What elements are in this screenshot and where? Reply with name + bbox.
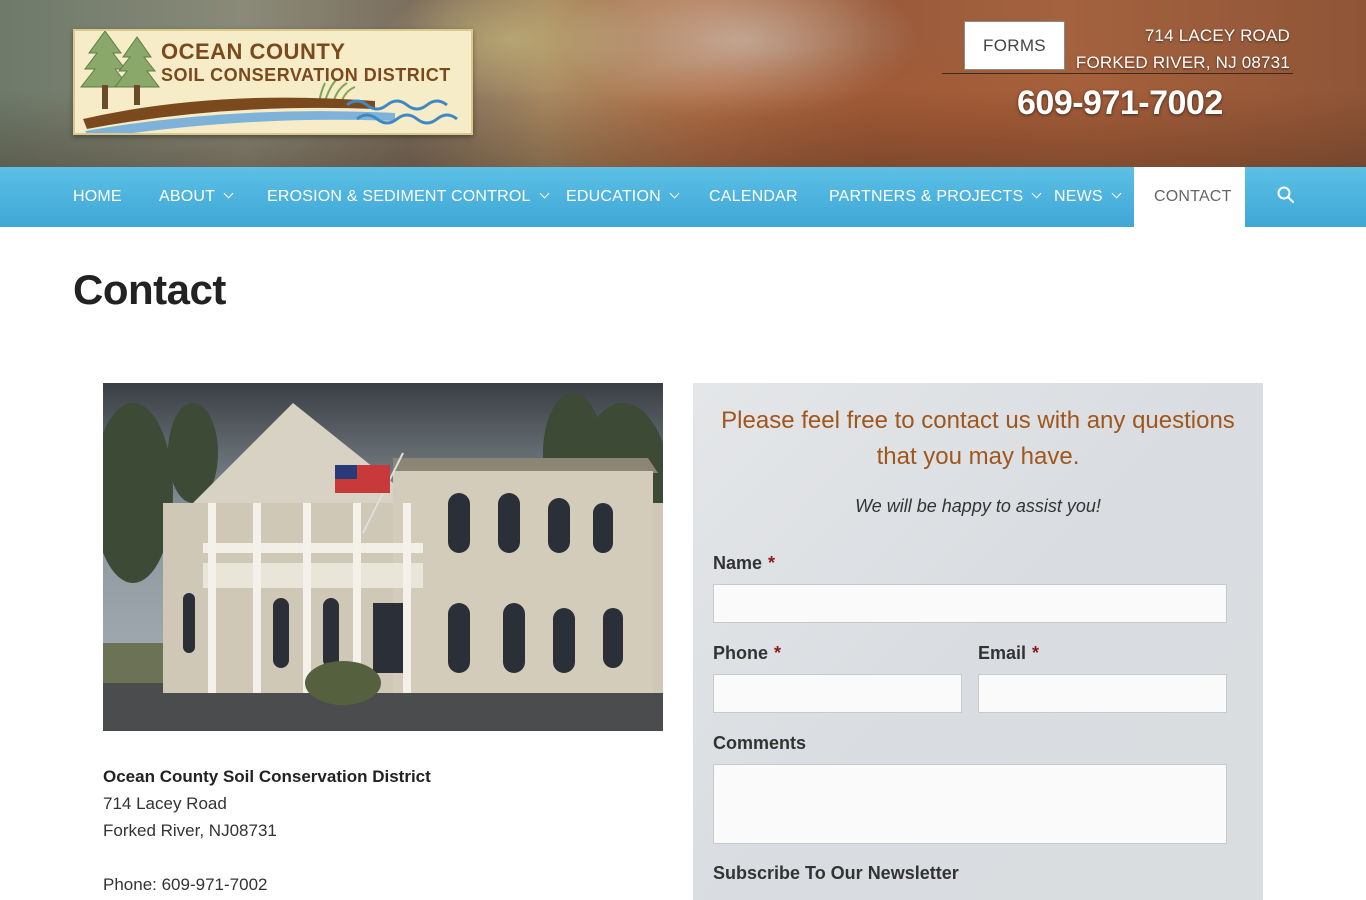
nav-item-label: CONTACT xyxy=(1154,188,1232,205)
nav-item-label: ABOUT xyxy=(159,188,216,205)
nav-item-home[interactable]: HOME xyxy=(73,167,122,227)
chevron-down-icon xyxy=(1031,188,1042,199)
required-marker: * xyxy=(1032,643,1040,663)
chevron-down-icon xyxy=(1111,188,1122,199)
header-address-line-2: FORKED RIVER, NJ 08731 xyxy=(1075,53,1290,72)
office-phone[interactable]: Phone: 609-971-7002 xyxy=(103,871,431,898)
nav-item-partners-projects[interactable]: PARTNERS & PROJECTS xyxy=(829,167,1042,227)
chevron-down-icon xyxy=(669,188,680,199)
phone-input[interactable] xyxy=(713,674,962,713)
nav-item-news[interactable]: NEWS xyxy=(1054,167,1122,227)
office-street: 714 Lacey Road xyxy=(103,794,227,813)
name-label: Name * xyxy=(713,553,775,574)
forms-button[interactable]: FORMS xyxy=(964,21,1065,70)
contact-form-panel: Please feel free to contact us with any … xyxy=(693,383,1263,900)
main-navigation: HOME ABOUT EROSION & SEDIMENT CONTROL ED… xyxy=(0,167,1366,227)
nav-item-calendar[interactable]: CALENDAR xyxy=(709,167,798,227)
form-heading: Please feel free to contact us with any … xyxy=(721,407,1235,470)
nav-item-erosion-sediment-control[interactable]: EROSION & SEDIMENT CONTROL xyxy=(267,167,550,227)
phone-label: Phone * xyxy=(713,643,781,664)
nav-item-label: CALENDAR xyxy=(709,188,798,205)
comments-label: Comments xyxy=(713,733,807,753)
office-building-photo xyxy=(103,383,663,731)
nav-item-label: EDUCATION xyxy=(566,188,661,205)
office-city: Forked River, NJ08731 xyxy=(103,821,277,840)
chevron-down-icon xyxy=(223,188,234,199)
search-icon[interactable] xyxy=(1276,185,1296,205)
page-title: Contact xyxy=(73,266,226,313)
site-logo[interactable]: OCEAN COUNTY SOIL CONSERVATION DISTRICT xyxy=(73,29,473,135)
email-input[interactable] xyxy=(978,674,1227,713)
logo-line-2: SOIL CONSERVATION DISTRICT xyxy=(161,65,451,85)
newsletter-label[interactable]: Subscribe To Our Newsletter xyxy=(713,863,959,884)
phone-label-text: Phone xyxy=(713,643,769,663)
header-phone[interactable]: 609-971-7002 xyxy=(1017,84,1223,123)
office-contact-info: Ocean County Soil Conservation District … xyxy=(103,763,431,898)
header-address: 714 LACEY ROAD FORKED RIVER, NJ 08731 xyxy=(1076,22,1290,76)
form-subheading: We will be happy to assist you! xyxy=(855,496,1101,516)
nav-item-label: HOME xyxy=(73,188,122,205)
logo-line-1: OCEAN COUNTY xyxy=(161,39,346,64)
required-marker: * xyxy=(774,643,782,663)
name-input[interactable] xyxy=(713,584,1227,623)
header-divider xyxy=(942,73,1293,74)
chevron-down-icon xyxy=(539,188,550,199)
nav-item-about[interactable]: ABOUT xyxy=(159,167,234,227)
site-header: OCEAN COUNTY SOIL CONSERVATION DISTRICT … xyxy=(0,0,1366,167)
email-label: Email * xyxy=(978,643,1039,664)
nav-item-contact[interactable]: CONTACT xyxy=(1134,167,1245,227)
nav-item-education[interactable]: EDUCATION xyxy=(566,167,680,227)
header-address-line-1: 714 LACEY ROAD xyxy=(1144,26,1290,45)
nav-item-label: PARTNERS & PROJECTS xyxy=(829,188,1024,205)
nav-item-label: NEWS xyxy=(1054,188,1103,205)
comments-textarea[interactable] xyxy=(713,764,1227,844)
name-label-text: Name xyxy=(713,553,763,573)
nav-item-label: EROSION & SEDIMENT CONTROL xyxy=(267,188,531,205)
required-marker: * xyxy=(768,553,776,573)
office-name: Ocean County Soil Conservation District xyxy=(103,767,431,786)
email-label-text: Email xyxy=(978,643,1027,663)
